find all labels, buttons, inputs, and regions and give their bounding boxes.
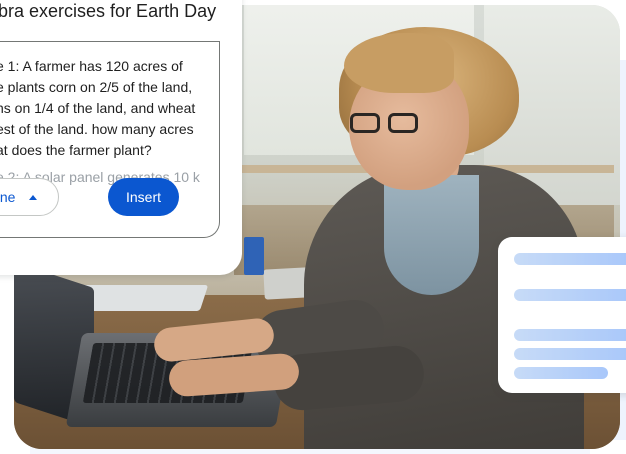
placeholder-line [514,289,626,301]
refine-button[interactable]: Refine [0,178,59,216]
insert-label: Insert [125,189,161,205]
glasses [348,113,422,135]
refine-label: Refine [0,189,16,205]
exercise-line: at does the farmer plant? [0,142,152,158]
placeholder-line [514,329,626,341]
person-hair [344,33,454,93]
exercise-line: e plants corn on 2/5 of the land, [0,79,193,95]
placeholder-line [514,253,626,265]
glasses-lens [350,113,380,133]
generated-text-box[interactable]: e 1: A farmer has 120 acres of e plants … [0,41,220,238]
document-preview-card [498,237,626,393]
caret-up-icon [29,194,38,200]
photo-book [244,237,264,275]
exercise-line: ns on 1/4 of the land, and wheat [0,100,196,116]
person-shirt [384,175,479,295]
placeholder-line [514,348,626,360]
exercise-line: e 1: A farmer has 120 acres of [0,58,183,74]
insert-button[interactable]: Insert [108,178,179,216]
exercise-line: est of the land. how many acres [0,121,194,137]
compose-card: ebra exercises for Earth Day e 1: A farm… [0,0,242,275]
glasses-lens [388,113,418,133]
placeholder-line [514,367,608,379]
